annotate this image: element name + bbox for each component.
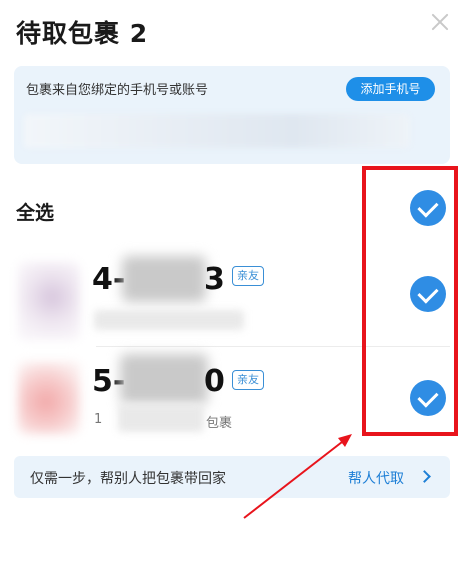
help-pickup-link[interactable]: 帮人代取 — [348, 468, 404, 488]
bind-info-text: 包裹来自您绑定的手机号或账号 — [26, 83, 209, 98]
package-thumbnail — [18, 362, 80, 434]
package-code-redacted — [122, 256, 206, 302]
relation-tag: 亲友 — [232, 370, 264, 390]
package-desc-suffix: 包裹 — [206, 416, 233, 431]
close-icon[interactable] — [428, 10, 452, 34]
package-code-prefix: 4- — [92, 262, 126, 297]
annotation-arrow-head — [338, 434, 352, 447]
package-code-suffix: 3 — [204, 262, 225, 297]
page-title: 待取包裹 2 — [16, 19, 149, 48]
helper-text: 仅需一步，帮别人把包裹带回家 — [30, 471, 226, 487]
package-code-redacted — [120, 354, 208, 404]
package-desc-prefix: 1 — [94, 412, 103, 427]
package-desc-redacted — [94, 310, 244, 330]
annotation-highlight-box — [362, 166, 458, 436]
package-desc-redacted — [118, 404, 204, 432]
blurred-account-info — [24, 114, 410, 148]
package-thumbnail — [18, 262, 80, 340]
add-phone-button[interactable]: 添加手机号 — [346, 77, 435, 101]
select-all-label[interactable]: 全选 — [16, 198, 54, 225]
package-code-suffix: 0 — [204, 364, 225, 399]
relation-tag: 亲友 — [232, 266, 264, 286]
